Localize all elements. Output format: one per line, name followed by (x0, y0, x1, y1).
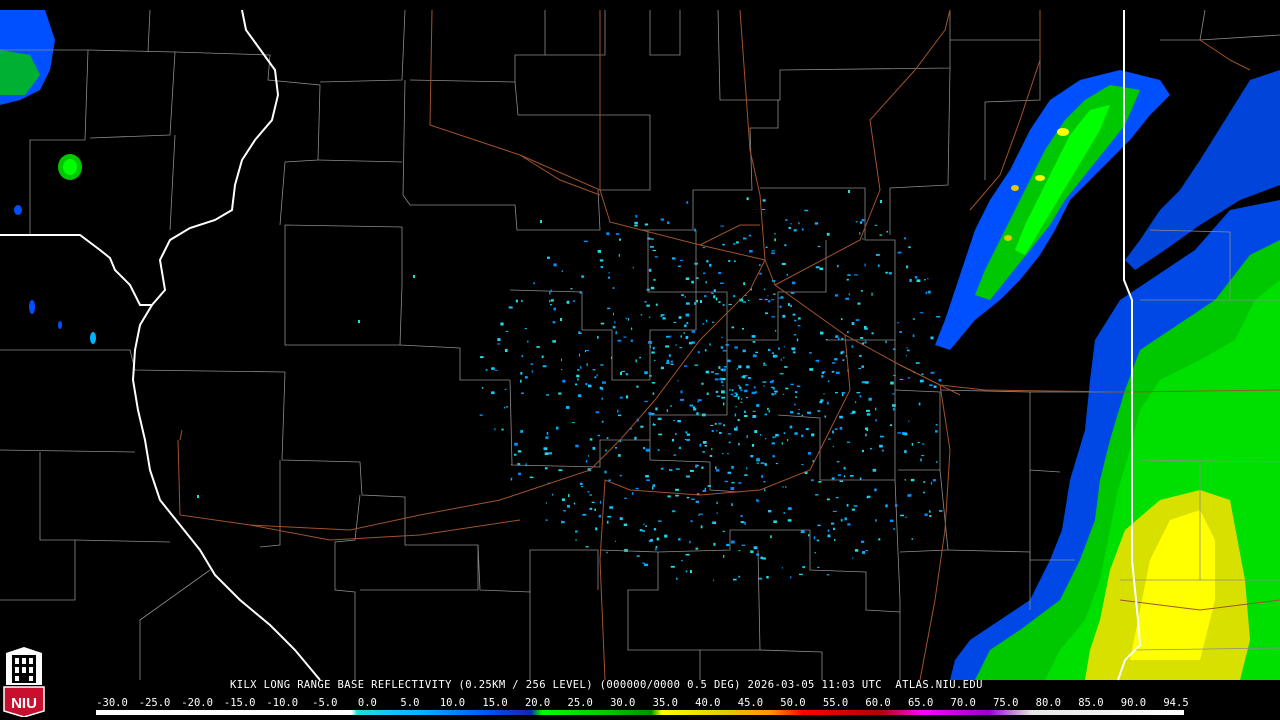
scale-label: 70.0 (950, 697, 976, 709)
scale-label: -30.0 (96, 697, 128, 709)
scale-label: 55.0 (822, 697, 849, 709)
scale-label: 80.0 (1035, 697, 1061, 709)
ground-clutter-speckles (197, 190, 943, 582)
product-info-line: KILX LONG RANGE BASE REFLECTIVITY (0.25K… (230, 679, 983, 691)
niu-logo: NIU (3, 647, 45, 717)
scale-label: 94.5 (1163, 697, 1189, 709)
scale-label: -10.0 (266, 697, 299, 709)
scale-label: 10.0 (439, 697, 466, 709)
svg-text:NIU: NIU (11, 695, 37, 712)
scale-label: 25.0 (567, 697, 593, 709)
scale-label: 35.0 (652, 697, 678, 709)
scale-label: 15.0 (482, 697, 508, 709)
scale-label: -25.0 (138, 697, 171, 709)
scale-label: 40.0 (695, 697, 721, 709)
radar-map (0, 9, 1280, 681)
scale-label: -5.0 (312, 697, 338, 709)
scale-label: -20.0 (181, 697, 213, 709)
scale-label: 90.0 (1120, 697, 1147, 709)
scale-label: 85.0 (1078, 697, 1104, 709)
scale-label: 65.0 (907, 697, 934, 709)
scale-label: 45.0 (737, 697, 764, 709)
scale-label: 60.0 (865, 697, 891, 709)
reflectivity-echoes (0, 10, 1280, 680)
scale-label: 30.0 (610, 697, 636, 709)
scale-label: 50.0 (780, 697, 806, 709)
scale-label: 20.0 (524, 697, 551, 709)
scale-label: 75.0 (993, 697, 1019, 709)
scale-label: -15.0 (223, 697, 256, 709)
scale-label: 0.0 (357, 697, 377, 709)
reflectivity-color-bar (96, 710, 1184, 715)
scale-label: 5.0 (400, 697, 420, 709)
state-borders (0, 9, 1142, 681)
reflectivity-scale-labels: -30.0 -25.0 -20.0 -15.0 -10.0 -5.0 0.0 5.0 10.0 1… (0, 697, 1280, 709)
